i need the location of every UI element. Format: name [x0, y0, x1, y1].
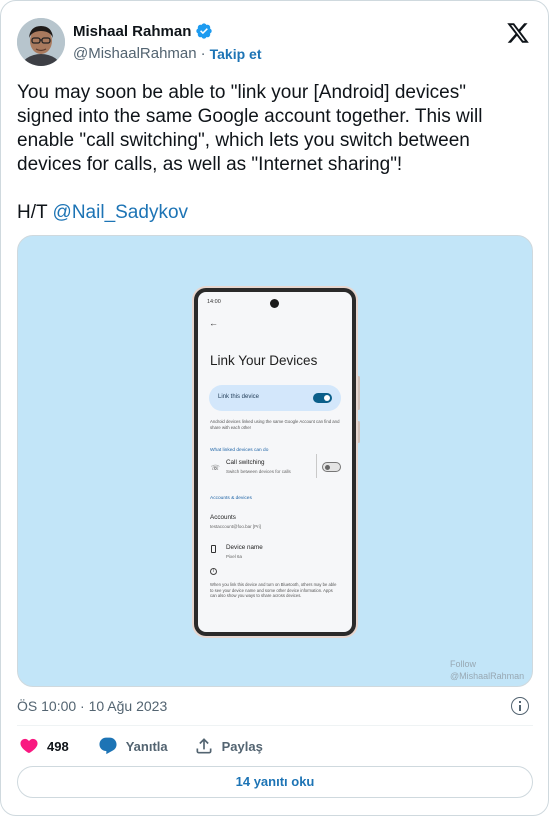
screen-title: Link Your Devices: [210, 353, 318, 368]
tweet-text: You may soon be able to "link your [Andr…: [17, 82, 483, 175]
phone-side-button: [357, 376, 360, 410]
call-switch-icon: ☏: [211, 465, 220, 472]
reply-label: Yanıtla: [125, 738, 168, 754]
phone-mockup: 14:00 ← Link Your Devices Link this devi…: [194, 288, 356, 636]
link-device-toggle: [313, 393, 332, 403]
screen-footer-text: When you link this device and turn on Bl…: [210, 582, 337, 598]
call-switching-toggle: [322, 462, 341, 472]
author-name-row: Mishaal Rahman: [73, 22, 213, 40]
author-handle[interactable]: @MishaalRahman: [73, 45, 197, 62]
hat-tip-line: H/T @Nail_Sadykov: [17, 202, 188, 224]
verified-badge-icon: [195, 22, 213, 40]
divider: [316, 454, 317, 478]
link-device-card: Link this device: [209, 385, 341, 411]
watermark-line-1: Follow: [450, 659, 477, 669]
tweet-card: Mishaal Rahman @MishaalRahman · Takip et…: [0, 0, 549, 816]
camera-icon: [270, 299, 279, 308]
hat-tip-prefix: H/T: [17, 202, 53, 223]
link-description: Android devices linked using the same Go…: [210, 419, 340, 430]
watermark: Follow @MishaalRahman: [450, 658, 524, 682]
back-arrow-icon: ←: [209, 318, 218, 328]
device-name-title: Device name: [226, 544, 263, 551]
action-bar: 498 Yanıtla Paylaş: [19, 736, 263, 756]
reply-bubble-icon: [99, 737, 117, 755]
status-time: 14:00: [207, 299, 221, 305]
device-name-subtitle: Pixel 6a: [226, 554, 243, 559]
x-logo-icon[interactable]: [506, 21, 530, 45]
share-label: Paylaş: [221, 738, 263, 754]
link-device-label: Link this device: [218, 394, 260, 400]
accounts-subtitle: testaccount@foo.bar [Pri]: [210, 524, 261, 529]
like-count: 498: [47, 738, 69, 754]
watermark-line-2: @MishaalRahman: [450, 671, 525, 681]
phone-screen: 14:00 ← Link Your Devices Link this devi…: [198, 292, 352, 632]
timestamp[interactable]: ÖS 10:00 · 10 Ağu 2023: [17, 698, 167, 714]
info-icon[interactable]: [511, 697, 529, 715]
tweet-media-image[interactable]: 14:00 ← Link Your Devices Link this devi…: [17, 235, 533, 687]
share-icon: [196, 738, 212, 754]
author-handle-row: @MishaalRahman · Takip et: [73, 45, 262, 62]
info-small-icon: i: [210, 568, 217, 575]
heart-icon: [20, 738, 38, 754]
share-action[interactable]: Paylaş: [194, 736, 263, 756]
call-switching-title: Call switching: [226, 459, 265, 466]
read-replies-button[interactable]: 14 yanıtı oku: [17, 766, 533, 798]
avatar[interactable]: [17, 18, 65, 66]
phone-side-button: [357, 421, 360, 443]
mention-link[interactable]: @Nail_Sadykov: [53, 202, 188, 223]
separator-dot: ·: [200, 45, 206, 62]
like-button[interactable]: 498: [19, 736, 69, 756]
author-name[interactable]: Mishaal Rahman: [73, 23, 191, 40]
reply-action[interactable]: Yanıtla: [98, 736, 168, 756]
call-switching-subtitle: Switch between devices for calls: [226, 469, 291, 474]
section-can-do: What linked devices can do: [210, 448, 269, 453]
divider: [17, 725, 533, 726]
follow-button[interactable]: Takip et: [210, 46, 262, 62]
device-icon: [211, 545, 216, 553]
accounts-title: Accounts: [210, 514, 236, 521]
section-accounts: Accounts & devices: [210, 496, 252, 501]
